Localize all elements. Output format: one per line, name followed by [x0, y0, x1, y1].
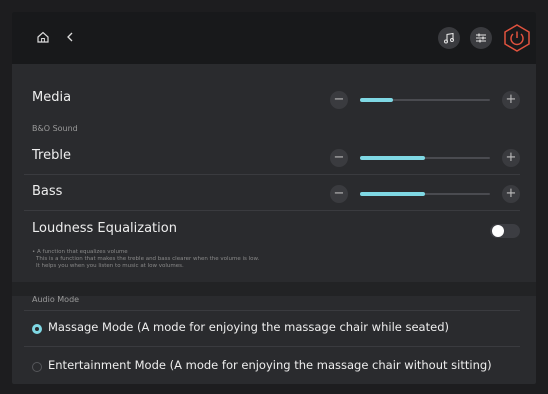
bass-decrease-button[interactable]: − [330, 185, 348, 203]
divider [24, 346, 520, 347]
audio-mode-section-label: Audio Mode [32, 295, 80, 304]
entertainment-mode-option[interactable]: Entertainment Mode (A mode for enjoying … [48, 358, 492, 372]
media-fill [360, 98, 393, 102]
media-label: Media [32, 90, 72, 105]
bass-increase-button[interactable]: + [502, 185, 520, 203]
divider [24, 174, 520, 175]
description-line: • A function that equalizes volume [32, 249, 128, 255]
media-track[interactable] [360, 98, 490, 102]
entertainment-mode-radio[interactable] [32, 362, 42, 372]
media-volume-slider[interactable]: − + [330, 91, 520, 111]
description-line: This is a function that makes the treble… [36, 256, 260, 262]
bass-fill [360, 192, 425, 196]
media-increase-button[interactable]: + [502, 91, 520, 109]
home-icon[interactable] [34, 28, 52, 46]
bass-label: Bass [32, 184, 63, 199]
massage-mode-radio[interactable] [32, 324, 42, 334]
loudness-toggle[interactable] [490, 224, 520, 238]
description-line: It helps you when you listen to music at… [36, 263, 184, 269]
settings-panel: Media − + B&O Sound Treble − + Bass − + … [12, 12, 536, 384]
bass-track[interactable] [360, 192, 490, 196]
treble-increase-button[interactable]: + [502, 149, 520, 167]
top-bar [12, 12, 536, 64]
loudness-equalization-label: Loudness Equalization [32, 221, 177, 236]
divider [24, 210, 520, 211]
loudness-description: • A function that equalizes volume This … [32, 249, 259, 270]
massage-mode-option[interactable]: Massage Mode (A mode for enjoying the ma… [48, 320, 449, 334]
bass-slider[interactable]: − + [330, 185, 520, 205]
treble-slider[interactable]: − + [330, 149, 520, 169]
toggle-knob [492, 225, 504, 237]
treble-label: Treble [32, 148, 71, 163]
divider [24, 310, 520, 311]
back-chevron-icon[interactable] [62, 28, 78, 46]
treble-fill [360, 156, 425, 160]
section-band [12, 282, 536, 296]
treble-track[interactable] [360, 156, 490, 160]
music-note-icon[interactable] [438, 27, 460, 49]
bo-sound-section-label: B&O Sound [32, 124, 78, 133]
treble-decrease-button[interactable]: − [330, 149, 348, 167]
media-decrease-button[interactable]: − [330, 91, 348, 109]
power-icon[interactable] [502, 23, 532, 53]
equalizer-icon[interactable] [470, 27, 492, 49]
